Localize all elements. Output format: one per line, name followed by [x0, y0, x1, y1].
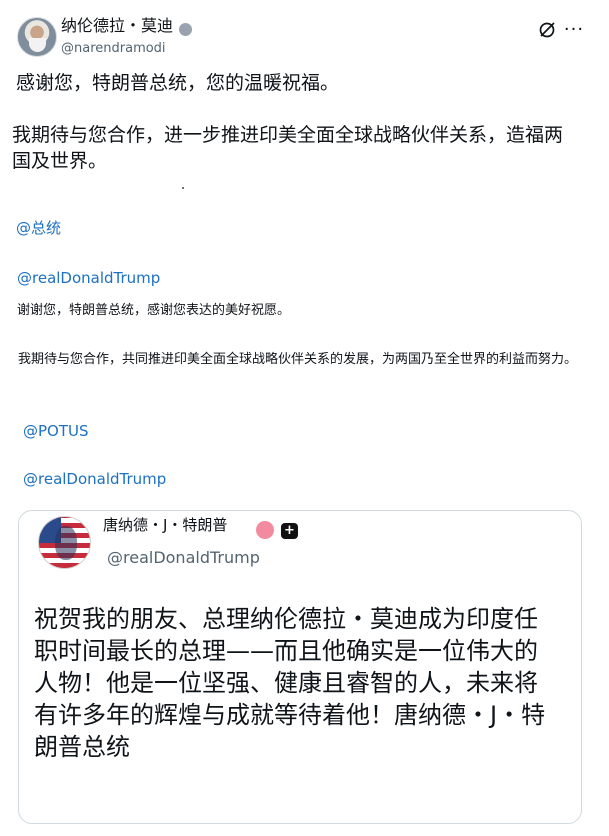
mention-link[interactable]: @realDonaldTrump	[23, 470, 166, 488]
author-avatar[interactable]	[17, 17, 57, 57]
post-text-line2: 我期待与您合作，进一步推进印美全面全球战略伙伴关系，造福两国及世界。	[12, 124, 564, 172]
mention-link[interactable]: @POTUS	[23, 422, 89, 440]
quoted-author-avatar[interactable]	[38, 516, 91, 569]
verified-badge-icon	[256, 521, 274, 539]
author-handle[interactable]: @narendramodi	[61, 41, 166, 57]
plus-badge-icon: +	[281, 523, 298, 539]
mention-link[interactable]: @realDonaldTrump	[17, 269, 160, 287]
quoted-post-text: 祝贺我的朋友、总理纳伦德拉・莫迪成为印度任职时间最长的总理——而且他确实是一位伟…	[34, 605, 546, 761]
separator-dot	[182, 187, 184, 189]
quoted-author-name[interactable]: 唐纳德・J・特朗普	[103, 515, 227, 535]
translation-paragraph-2: 我期待与您合作，共同推进印美全面全球战略伙伴关系的发展，为两国乃至全世界的利益而…	[18, 352, 578, 367]
quoted-author-handle[interactable]: @realDonaldTrump	[107, 548, 260, 568]
author-name[interactable]: 纳伦德拉・莫迪	[61, 16, 173, 36]
mention-link[interactable]: @总统	[16, 219, 61, 237]
more-options-icon[interactable]: ···	[563, 19, 585, 41]
post-text-line1: 感谢您，特朗普总统，您的温暖祝福。	[16, 72, 340, 94]
translation-paragraph-1: 谢谢您，特朗普总统，感谢您表达的美好祝愿。	[17, 303, 291, 318]
verified-badge-icon	[179, 23, 192, 36]
grok-icon[interactable]	[536, 19, 558, 41]
